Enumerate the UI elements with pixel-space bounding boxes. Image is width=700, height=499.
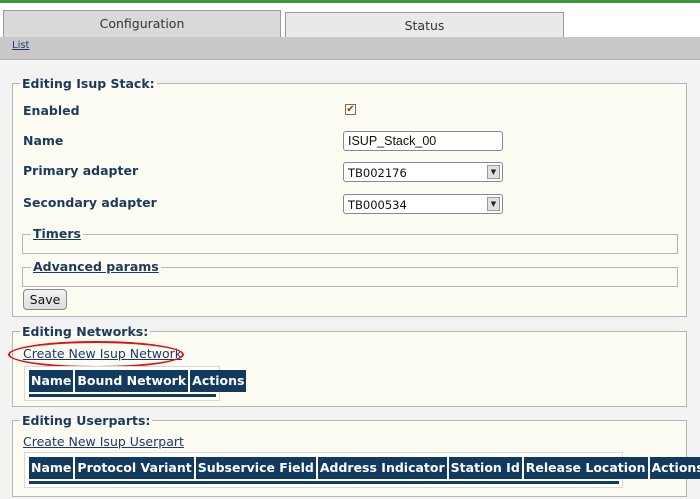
table-underline: [29, 481, 619, 484]
networks-legend: Editing Networks:: [22, 324, 149, 339]
chevron-down-icon: ▼: [487, 165, 500, 179]
chevron-down-icon: ▼: [487, 197, 500, 211]
tab-bar: Configuration Status: [0, 3, 700, 40]
networks-column-header: Bound Network: [75, 370, 189, 392]
userparts-column-header: Protocol Variant: [75, 457, 194, 479]
timers-fieldset: [22, 234, 678, 254]
main-content: Editing Isup Stack: Enabled ✔ Name Prima…: [0, 60, 700, 499]
highlight-annotation: [8, 341, 184, 368]
primary-adapter-label: Primary adapter: [23, 163, 139, 178]
name-input[interactable]: [343, 131, 503, 151]
list-link[interactable]: List: [12, 40, 29, 51]
enabled-label: Enabled: [23, 103, 80, 118]
userparts-column-header: Address Indicator: [317, 457, 447, 479]
enabled-checkbox[interactable]: ✔: [345, 104, 356, 115]
networks-table: Name Bound Network Actions: [24, 366, 247, 401]
sub-navigation-bar: List: [0, 37, 700, 60]
secondary-adapter-value: TB000534: [348, 198, 407, 212]
tab-status[interactable]: Status: [285, 12, 564, 39]
save-button[interactable]: Save: [23, 289, 67, 310]
secondary-adapter-label: Secondary adapter: [23, 195, 157, 210]
advanced-params-legend[interactable]: Advanced params: [31, 259, 161, 274]
primary-adapter-select[interactable]: TB002176 ▼: [343, 162, 503, 182]
userparts-column-header: Actions: [649, 457, 700, 479]
stack-legend: Editing Isup Stack:: [22, 76, 155, 91]
table-underline: [29, 394, 216, 397]
timers-legend[interactable]: Timers: [31, 226, 83, 241]
networks-column-header: Name: [29, 370, 74, 392]
userparts-column-header: Station Id: [448, 457, 522, 479]
networks-table-header: Name Bound Network Actions: [29, 370, 247, 392]
userparts-table: Name Protocol Variant Subservice Field Addr…: [24, 452, 700, 488]
networks-column-header: Actions: [190, 370, 247, 392]
userparts-column-header: Release Location: [523, 457, 648, 479]
userparts-column-header: Name: [29, 457, 74, 479]
primary-adapter-value: TB002176: [348, 166, 407, 180]
userparts-legend: Editing Userparts:: [22, 413, 151, 428]
secondary-adapter-select[interactable]: TB000534 ▼: [343, 194, 503, 214]
create-userpart-link[interactable]: Create New Isup Userpart: [23, 434, 184, 449]
userparts-table-header: Name Protocol Variant Subservice Field Addr…: [29, 457, 700, 479]
checkmark-icon: ✔: [346, 104, 355, 115]
name-label: Name: [23, 133, 64, 148]
userparts-column-header: Subservice Field: [195, 457, 316, 479]
tab-configuration[interactable]: Configuration: [3, 10, 281, 40]
